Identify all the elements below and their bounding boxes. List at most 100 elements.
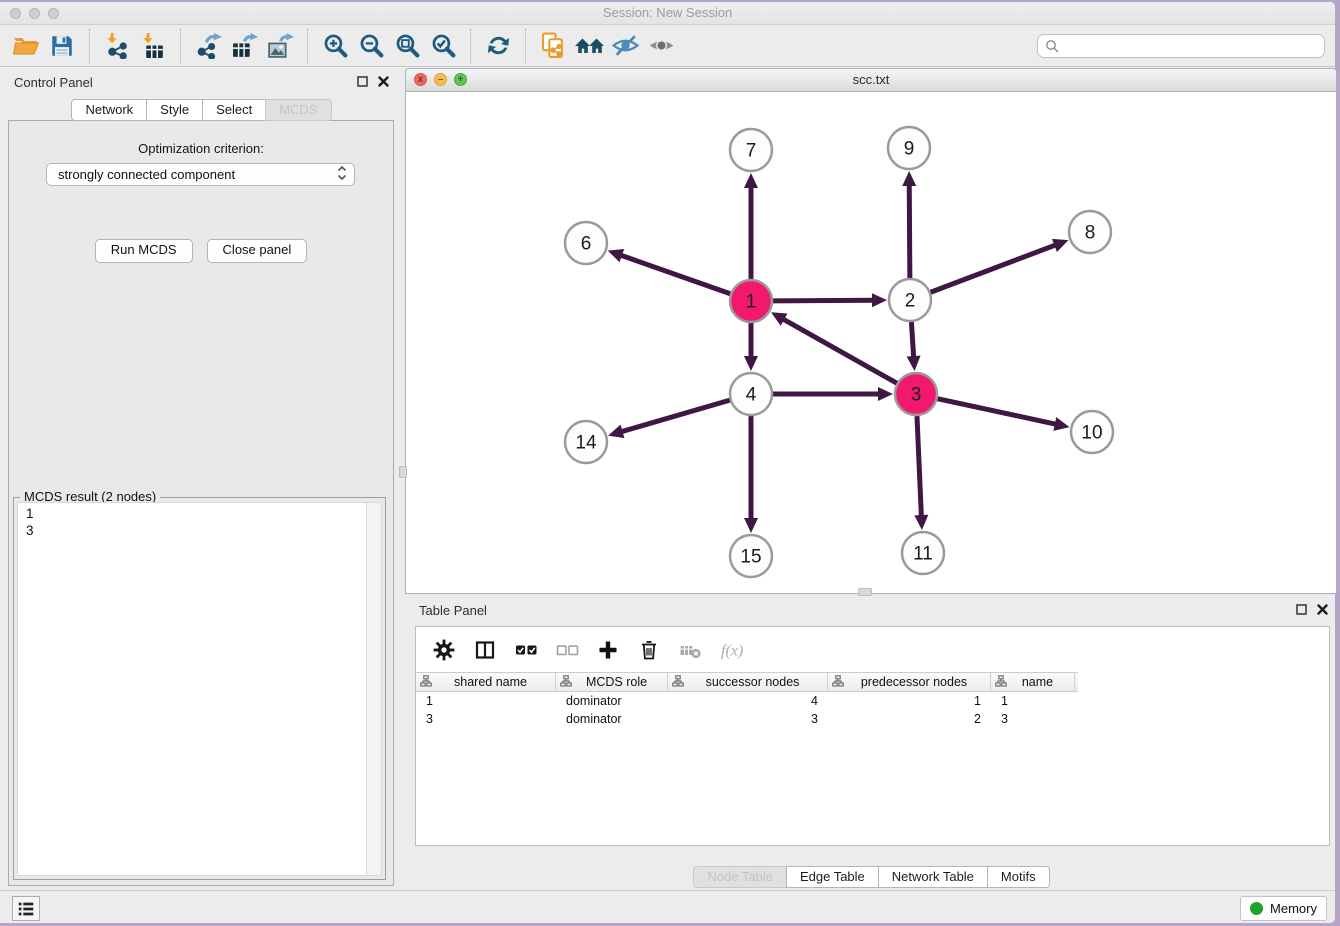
network-maximize-icon[interactable]: + <box>454 73 467 86</box>
toolbar-separator <box>470 29 471 63</box>
table-cell[interactable]: 3 <box>668 712 828 728</box>
result-scrollbar[interactable] <box>366 503 381 875</box>
float-table-panel-icon[interactable] <box>1296 604 1307 615</box>
export-network-icon[interactable] <box>190 29 226 63</box>
open-folder-icon[interactable] <box>8 29 44 63</box>
column-header-successor-nodes[interactable]: successor nodes <box>668 673 828 691</box>
graph-edge-arrow <box>878 387 893 401</box>
horizontal-splitter-grip[interactable] <box>858 588 872 596</box>
table-cell[interactable]: dominator <box>556 694 668 710</box>
graph-node-label: 4 <box>746 385 757 406</box>
network-window-titlebar[interactable]: x – + scc.txt <box>406 69 1336 92</box>
maximize-window-icon[interactable] <box>48 8 59 19</box>
mcds-panel: Optimization criterion: strongly connect… <box>8 120 394 886</box>
memory-button[interactable]: Memory <box>1240 896 1327 921</box>
search-input[interactable] <box>1064 36 1324 56</box>
column-tree-icon <box>420 675 432 690</box>
graph-edge[interactable] <box>911 322 913 358</box>
delete-icon[interactable] <box>637 638 661 662</box>
hide-selected-icon[interactable] <box>607 29 643 63</box>
network-canvas[interactable]: 1234678910111415 <box>406 92 1336 594</box>
run-mcds-button[interactable]: Run MCDS <box>95 239 193 263</box>
table-cell[interactable]: 1 <box>828 694 991 710</box>
close-panel-button[interactable]: Close panel <box>207 239 308 263</box>
table-cell[interactable]: 2 <box>828 712 991 728</box>
zoom-in-icon[interactable] <box>317 29 353 63</box>
svg-text:f(x): f(x) <box>721 642 743 659</box>
float-panel-icon[interactable] <box>357 76 368 87</box>
add-icon[interactable] <box>596 638 620 662</box>
column-header-MCDS-role[interactable]: MCDS role <box>556 673 668 691</box>
table-cell[interactable]: 4 <box>668 694 828 710</box>
network-minimize-icon[interactable]: – <box>434 73 447 86</box>
mcds-result-area[interactable]: 13 <box>17 502 382 876</box>
tab-motifs[interactable]: Motifs <box>987 866 1050 888</box>
close-panel-icon[interactable] <box>378 76 389 87</box>
export-image-icon[interactable] <box>262 29 298 63</box>
optimization-criterion-select[interactable]: strongly connected component <box>46 163 355 186</box>
zoom-selected-icon[interactable] <box>425 29 461 63</box>
tab-mcds[interactable]: MCDS <box>265 99 331 121</box>
control-panel-tabs: NetworkStyleSelectMCDS <box>0 99 403 121</box>
graph-edge[interactable] <box>620 255 730 294</box>
deselect-all-icon[interactable] <box>555 638 579 662</box>
save-icon[interactable] <box>44 29 80 63</box>
column-tree-icon <box>995 675 1007 690</box>
export-table-icon[interactable] <box>226 29 262 63</box>
close-window-icon[interactable] <box>10 8 21 19</box>
graph-edge-arrow <box>608 425 624 438</box>
table-row[interactable]: 1dominator411 <box>416 694 1329 710</box>
search-box[interactable] <box>1037 34 1325 58</box>
graph-edge[interactable] <box>917 416 921 517</box>
graph-edge[interactable] <box>621 400 730 432</box>
column-header-predecessor-nodes[interactable]: predecessor nodes <box>828 673 991 691</box>
graph-edge-arrow <box>608 249 624 262</box>
control-panel: Control Panel NetworkStyleSelectMCDS Opt… <box>0 68 403 890</box>
network-window: x – + scc.txt 1234678910111415 <box>405 68 1337 594</box>
table-cell[interactable]: 3 <box>991 712 1075 728</box>
select-all-icon[interactable] <box>514 638 538 662</box>
function-icon[interactable]: f(x) <box>719 638 751 662</box>
tab-style[interactable]: Style <box>146 99 203 121</box>
table-cell[interactable]: 1 <box>416 694 556 710</box>
column-layout-icon[interactable] <box>473 638 497 662</box>
vertical-splitter-grip[interactable] <box>399 466 407 478</box>
import-table-icon[interactable] <box>135 29 171 63</box>
gear-icon[interactable] <box>432 638 456 662</box>
tab-edge-table[interactable]: Edge Table <box>786 866 879 888</box>
graph-edge-arrow <box>744 356 758 371</box>
table-cell[interactable]: 3 <box>416 712 556 728</box>
minimize-window-icon[interactable] <box>29 8 40 19</box>
table-cell[interactable]: 1 <box>991 694 1075 710</box>
tab-select[interactable]: Select <box>202 99 266 121</box>
refresh-icon[interactable] <box>480 29 516 63</box>
column-header-shared-name[interactable]: shared name <box>416 673 556 691</box>
import-network-icon[interactable] <box>99 29 135 63</box>
close-table-panel-icon[interactable] <box>1317 604 1328 615</box>
graph-edge[interactable] <box>909 184 910 278</box>
graph-edge[interactable] <box>938 399 1057 425</box>
zoom-out-icon[interactable] <box>353 29 389 63</box>
graph-edge[interactable] <box>931 245 1057 293</box>
clone-network-icon[interactable] <box>535 29 571 63</box>
graph-edge[interactable] <box>773 300 874 301</box>
graph-edge-arrow <box>872 293 887 307</box>
tab-network-table[interactable]: Network Table <box>878 866 988 888</box>
graph-edge[interactable] <box>782 319 896 384</box>
zoom-fit-icon[interactable] <box>389 29 425 63</box>
column-header-name[interactable]: name <box>991 673 1075 691</box>
control-panel-title: Control Panel <box>14 75 93 90</box>
show-all-icon[interactable] <box>643 29 679 63</box>
network-close-icon[interactable]: x <box>414 73 427 86</box>
result-line: 1 <box>26 505 373 522</box>
delete-table-icon[interactable] <box>678 638 702 662</box>
table-row[interactable]: 3dominator323 <box>416 712 1329 728</box>
column-tree-icon <box>832 675 844 690</box>
task-history-button[interactable] <box>12 896 40 921</box>
tab-node-table[interactable]: Node Table <box>693 866 787 888</box>
graph-edge-arrow <box>1053 417 1069 431</box>
tab-network[interactable]: Network <box>71 99 147 121</box>
first-neighbors-icon[interactable] <box>571 29 607 63</box>
table-cell[interactable]: dominator <box>556 712 668 728</box>
graph-node-label: 9 <box>904 139 915 160</box>
